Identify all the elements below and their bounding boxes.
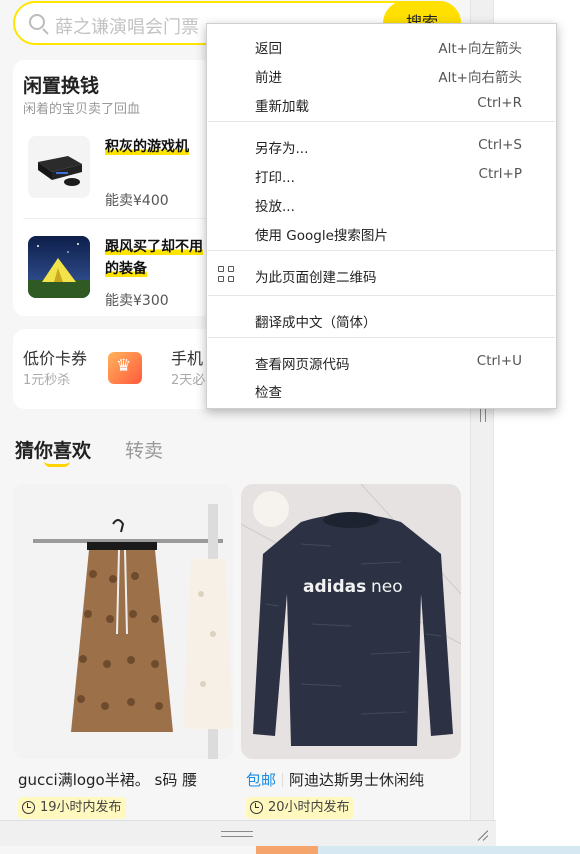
- menu-item-save-as[interactable]: 另存为... Ctrl+S: [207, 132, 556, 158]
- menu-item-reload[interactable]: 重新加载 Ctrl+R: [207, 90, 556, 116]
- resize-corner-icon[interactable]: [476, 827, 490, 841]
- menu-label: 前进: [255, 70, 282, 86]
- sweater-photo: adidas neo: [241, 484, 461, 759]
- menu-label: 打印...: [255, 170, 295, 186]
- product-card[interactable]: gucci满logo半裙。 s码 腰 19小时内发布: [13, 484, 235, 820]
- menu-separator: [208, 295, 555, 296]
- menu-item-inspect[interactable]: 检查: [207, 376, 556, 402]
- horizontal-resize-bar[interactable]: [0, 820, 496, 846]
- menu-separator: [208, 121, 555, 122]
- menu-item-create-qr[interactable]: 为此页面创建二维码: [207, 261, 556, 287]
- coupon-subtitle: 1元秒杀: [23, 373, 71, 388]
- publish-time-badge: 19小时内发布: [18, 797, 126, 819]
- idle-item[interactable]: 积灰的游戏机 能卖¥400: [23, 136, 223, 216]
- menu-separator: [208, 337, 555, 338]
- menu-label: 使用 Google搜索图片: [255, 228, 388, 244]
- phone-title: 手机: [171, 349, 204, 368]
- svg-text:adidas: adidas: [303, 577, 366, 597]
- skirt-photo: [13, 484, 233, 759]
- idle-section-subtitle: 闲着的宝贝卖了回血: [23, 102, 141, 117]
- menu-label: 投放...: [255, 199, 295, 215]
- idle-item-price: 能卖¥300: [105, 293, 169, 309]
- product-card[interactable]: adidas neo 包邮 阿迪达斯男士休闲纯 20小时内发布: [241, 484, 463, 820]
- free-shipping-tag: 包邮: [246, 771, 277, 789]
- product-title: gucci满logo半裙。 s码 腰: [18, 771, 198, 789]
- crown-ticket-icon: [108, 352, 142, 384]
- menu-item-google-image-search[interactable]: 使用 Google搜索图片: [207, 219, 556, 245]
- idle-item-price: 能卖¥400: [105, 193, 169, 209]
- menu-label: 检查: [255, 385, 282, 401]
- tab-guess-you-like[interactable]: 猜你喜欢: [15, 436, 91, 463]
- menu-separator: [208, 250, 555, 251]
- tab-resell[interactable]: 转卖: [125, 436, 163, 463]
- publish-time-badge: 20小时内发布: [246, 797, 354, 819]
- menu-shortcut: Alt+向左箭头: [438, 41, 522, 57]
- tag-separator: [282, 773, 284, 787]
- svg-text:neo: neo: [371, 577, 403, 597]
- coupon-title: 低价卡券: [23, 349, 88, 368]
- clock-icon: [22, 801, 35, 814]
- idle-item-name: 积灰的游戏机: [105, 139, 189, 155]
- menu-item-translate[interactable]: 翻译成中文（简体）: [207, 306, 556, 332]
- idle-item[interactable]: 跟风买了却不用的装备 能卖¥300: [23, 236, 223, 316]
- qr-code-icon: [218, 266, 235, 283]
- menu-shortcut: Ctrl+S: [478, 137, 522, 153]
- menu-label: 查看网页源代码: [255, 357, 350, 373]
- menu-label: 重新加载: [255, 99, 309, 115]
- clock-icon: [250, 801, 263, 814]
- menu-item-back[interactable]: 返回 Alt+向左箭头: [207, 32, 556, 58]
- menu-label: 另存为...: [255, 141, 309, 157]
- idle-section-title: 闲置换钱: [23, 75, 100, 97]
- idle-item-name: 跟风买了却不用的装备: [105, 239, 203, 277]
- menu-item-forward[interactable]: 前进 Alt+向右箭头: [207, 61, 556, 87]
- menu-label: 为此页面创建二维码: [255, 270, 377, 286]
- menu-shortcut: Alt+向右箭头: [438, 70, 522, 86]
- context-menu: 返回 Alt+向左箭头 前进 Alt+向右箭头 重新加载 Ctrl+R 另存为.…: [206, 23, 557, 409]
- menu-item-view-source[interactable]: 查看网页源代码 Ctrl+U: [207, 348, 556, 374]
- active-tab-indicator: [44, 461, 70, 467]
- menu-shortcut: Ctrl+U: [476, 353, 522, 369]
- product-title: 包邮 阿迪达斯男士休闲纯: [246, 771, 425, 789]
- menu-shortcut: Ctrl+R: [477, 95, 522, 111]
- menu-shortcut: Ctrl+P: [478, 166, 522, 182]
- search-placeholder[interactable]: 薛之谦演唱会门票: [55, 13, 199, 39]
- search-icon: [29, 14, 45, 30]
- menu-item-print[interactable]: 打印... Ctrl+P: [207, 161, 556, 187]
- menu-label: 翻译成中文（简体）: [255, 315, 377, 331]
- bottom-strip-accent: [256, 846, 318, 854]
- menu-item-cast[interactable]: 投放...: [207, 190, 556, 216]
- game-console-image: [28, 136, 90, 198]
- vertical-grip-icon: [480, 408, 486, 422]
- menu-label: 返回: [255, 41, 282, 57]
- tent-image: [28, 236, 90, 298]
- phone-subtitle: 2天必: [171, 373, 206, 388]
- horizontal-grip-icon: [221, 831, 253, 837]
